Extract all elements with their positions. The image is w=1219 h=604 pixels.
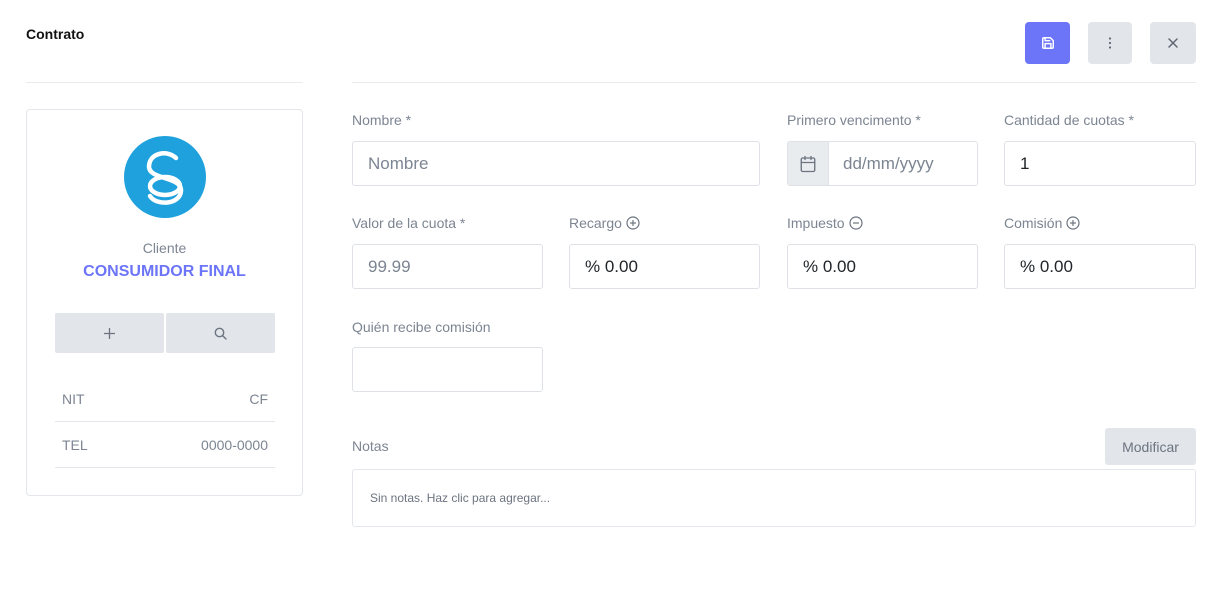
search-icon bbox=[214, 327, 227, 340]
calendar-button[interactable] bbox=[788, 142, 829, 185]
impuesto-label-group: Impuesto bbox=[787, 215, 863, 231]
quien-recibe-input[interactable] bbox=[352, 347, 543, 392]
client-info-row-nit: NIT CF bbox=[55, 376, 275, 422]
recargo-label: Recargo bbox=[569, 215, 622, 231]
minus-circle-icon[interactable] bbox=[848, 216, 863, 230]
comision-label: Comisión bbox=[1004, 215, 1063, 231]
more-options-button[interactable] bbox=[1088, 22, 1132, 64]
client-card: Cliente CONSUMIDOR FINAL NIT CF TEL 0000… bbox=[26, 109, 303, 496]
cantidad-cuotas-input[interactable] bbox=[1004, 141, 1196, 186]
recargo-label-group: Recargo bbox=[569, 215, 640, 231]
valor-cuota-input[interactable] bbox=[352, 244, 543, 289]
floppy-disk-icon bbox=[1041, 37, 1054, 49]
quien-recibe-label: Quién recibe comisión bbox=[352, 319, 491, 335]
plus-circle-icon[interactable] bbox=[1066, 216, 1080, 230]
client-label: Cliente bbox=[142, 240, 187, 256]
client-info-row-tel: TEL 0000-0000 bbox=[55, 422, 275, 468]
notes-placeholder: Sin notas. Haz clic para agregar... bbox=[370, 491, 551, 505]
close-icon bbox=[1168, 38, 1178, 48]
modify-notes-button[interactable]: Modificar bbox=[1105, 428, 1196, 465]
nombre-input[interactable] bbox=[352, 141, 760, 186]
vertical-dots-icon bbox=[1108, 37, 1112, 49]
comision-input[interactable] bbox=[1004, 244, 1196, 289]
notes-area[interactable]: Sin notas. Haz clic para agregar... bbox=[352, 469, 1196, 527]
primer-vencimiento-input[interactable] bbox=[829, 142, 977, 185]
divider bbox=[352, 82, 1196, 83]
page-title: Contrato bbox=[26, 26, 85, 42]
comision-label-group: Comisión bbox=[1004, 215, 1080, 231]
tel-value: 0000-0000 bbox=[201, 436, 268, 453]
calendar-icon bbox=[800, 155, 816, 172]
add-client-button[interactable] bbox=[55, 313, 164, 353]
plus-circle-icon[interactable] bbox=[626, 216, 640, 230]
valor-cuota-label: Valor de la cuota * bbox=[352, 215, 466, 231]
primer-vencimiento-label: Primero vencimento * bbox=[787, 112, 921, 128]
nit-key: NIT bbox=[62, 390, 85, 407]
tel-key: TEL bbox=[62, 436, 88, 453]
cantidad-cuotas-label: Cantidad de cuotas * bbox=[1004, 112, 1134, 128]
notas-label: Notas bbox=[352, 438, 389, 454]
divider bbox=[26, 82, 303, 83]
impuesto-input[interactable] bbox=[787, 244, 978, 289]
plus-icon bbox=[104, 327, 115, 339]
brand-logo-icon bbox=[124, 136, 206, 218]
recargo-input[interactable] bbox=[569, 244, 760, 289]
nombre-label: Nombre * bbox=[352, 112, 412, 128]
close-button[interactable] bbox=[1150, 22, 1196, 64]
nit-value: CF bbox=[249, 390, 268, 407]
client-name[interactable]: CONSUMIDOR FINAL bbox=[27, 263, 302, 281]
search-client-button[interactable] bbox=[166, 313, 275, 353]
save-button[interactable] bbox=[1025, 22, 1070, 64]
date-picker-group bbox=[787, 141, 978, 186]
impuesto-label: Impuesto bbox=[787, 215, 845, 231]
